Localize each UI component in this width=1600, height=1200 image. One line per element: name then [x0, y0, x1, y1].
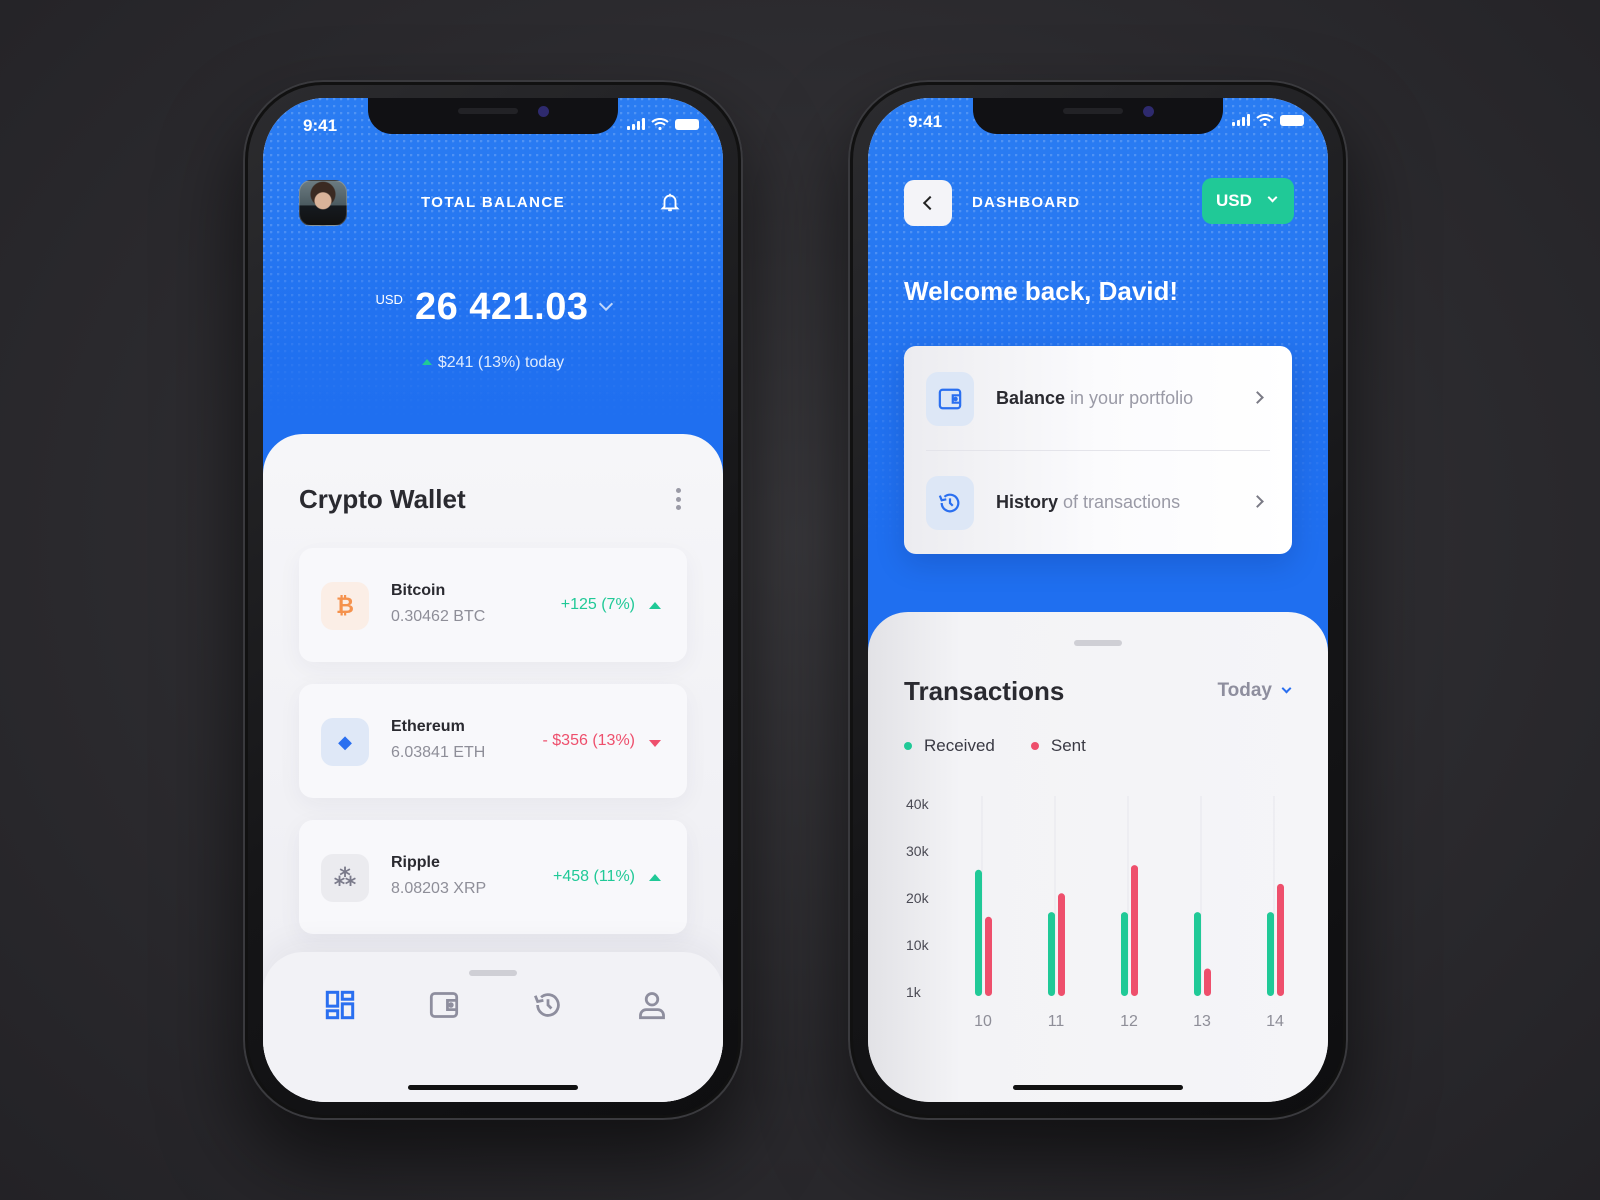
- battery-icon: [675, 119, 699, 130]
- ripple-icon: ⁂: [321, 854, 369, 902]
- user-icon[interactable]: [637, 990, 667, 1020]
- x-tick-label: 14: [1266, 1013, 1284, 1030]
- history-icon[interactable]: [533, 990, 563, 1020]
- coin-name: Ripple: [391, 854, 440, 871]
- status-bar: 9:41: [908, 110, 1304, 132]
- dashboard-hero: DASHBOARD USD Welcome back, David! Balan…: [868, 98, 1328, 658]
- currency-selector[interactable]: USD: [1202, 178, 1294, 224]
- home-indicator: [1013, 1085, 1183, 1090]
- back-button[interactable]: [904, 180, 952, 226]
- coin-amount: 0.30462 BTC: [391, 608, 486, 625]
- history-icon: [926, 476, 974, 530]
- bar-sent-12: [1131, 865, 1138, 996]
- chart-legend: Received Sent: [904, 736, 1086, 756]
- chevron-right-icon: [1251, 391, 1264, 404]
- menu-card: Balance in your portfolio History of tra…: [904, 346, 1292, 554]
- bell-icon[interactable]: [659, 190, 681, 214]
- home-indicator: [408, 1085, 578, 1090]
- dashboard-icon[interactable]: [325, 990, 355, 1020]
- coin-name: Bitcoin: [391, 582, 446, 599]
- wifi-icon: [1256, 114, 1274, 126]
- bar-received-14: [1267, 912, 1274, 996]
- transactions-panel: Transactions Today Received Sent 40k 30k 2…: [868, 612, 1328, 1102]
- today-change-text: $241 (13%) today: [437, 354, 565, 371]
- arrow-down-icon: [649, 740, 661, 747]
- today-change: $241 (13%) today: [263, 354, 723, 372]
- coin-card-ethereum[interactable]: ◆ Ethereum 6.03841 ETH - $356 (13%): [299, 684, 687, 798]
- welcome-heading: Welcome back, David!: [904, 276, 1179, 306]
- y-tick-label: 10k: [906, 937, 930, 953]
- status-bar: 9:41: [303, 114, 699, 136]
- more-vertical-icon[interactable]: [675, 488, 681, 510]
- wallet-icon: [926, 372, 974, 426]
- y-tick-label: 40k: [906, 796, 930, 812]
- wallet-icon[interactable]: [429, 990, 459, 1020]
- header-title: DASHBOARD: [972, 194, 1081, 211]
- y-tick-label: 1k: [906, 984, 922, 1000]
- grabber[interactable]: [1074, 640, 1122, 646]
- coin-amount: 8.08203 XRP: [391, 880, 487, 897]
- coin-change: - $356 (13%): [542, 732, 636, 749]
- chevron-down-icon[interactable]: [1281, 683, 1292, 694]
- menu-item-label: Balance in your portfolio: [996, 388, 1194, 408]
- bar-sent-10: [985, 916, 992, 996]
- y-tick-label: 30k: [906, 843, 930, 859]
- arrow-up-icon: [649, 602, 661, 609]
- chevron-left-icon: [922, 195, 938, 211]
- y-tick-label: 20k: [906, 890, 930, 906]
- legend-received: Received: [904, 736, 995, 756]
- transactions-chart: 40k 30k 20k 10k 1k 10 11 12 13 14: [906, 796, 1284, 1030]
- phone-wallet: TOTAL BALANCE USD 26 421.03 $241 (13%) to…: [243, 80, 743, 1120]
- x-tick-label: 10: [974, 1013, 992, 1030]
- bar-received-10: [975, 869, 982, 996]
- coin-amount: 6.03841 ETH: [391, 744, 486, 761]
- x-tick-label: 13: [1193, 1013, 1211, 1030]
- bar-sent-13: [1204, 968, 1211, 996]
- bar-sent-14: [1277, 883, 1284, 996]
- wallet-title: Crypto Wallet: [299, 484, 466, 514]
- screen-wallet: TOTAL BALANCE USD 26 421.03 $241 (13%) to…: [263, 98, 723, 1102]
- arrow-up-icon: [649, 874, 661, 881]
- coin-card-ripple[interactable]: ⁂ Ripple 8.08203 XRP +458 (11%): [299, 820, 687, 934]
- balance-row[interactable]: USD 26 421.03: [263, 286, 723, 329]
- phone-dashboard: DASHBOARD USD Welcome back, David! Balan…: [848, 80, 1348, 1120]
- bitcoin-icon: ₿: [321, 582, 369, 630]
- balance-amount: 26 421.03: [414, 286, 589, 328]
- legend-sent: Sent: [1030, 736, 1086, 756]
- currency-label: USD: [1216, 191, 1252, 210]
- status-time: 9:41: [908, 112, 943, 131]
- menu-item-balance[interactable]: Balance in your portfolio: [904, 346, 1292, 450]
- bar-sent-11: [1058, 893, 1065, 996]
- menu-item-label: History of transactions: [996, 492, 1181, 512]
- transactions-title: Transactions: [904, 676, 1065, 706]
- status-time: 9:41: [303, 116, 338, 135]
- arrow-up-icon: [421, 359, 432, 365]
- chevron-down-icon: [1267, 192, 1278, 203]
- chevron-down-icon[interactable]: [598, 296, 613, 312]
- period-filter[interactable]: Today: [1217, 680, 1272, 702]
- grabber[interactable]: [469, 970, 517, 976]
- coin-change: +125 (7%): [560, 596, 635, 613]
- signal-icon: [627, 118, 645, 130]
- balance-currency: USD: [375, 292, 403, 307]
- ethereum-icon: ◆: [321, 718, 369, 766]
- tab-bar: [263, 952, 723, 1102]
- battery-icon: [1280, 115, 1304, 126]
- x-tick-label: 12: [1120, 1013, 1138, 1030]
- wifi-icon: [651, 118, 669, 130]
- bar-received-11: [1048, 912, 1055, 996]
- x-tick-label: 11: [1048, 1013, 1065, 1030]
- coin-card-bitcoin[interactable]: ₿ Bitcoin 0.30462 BTC +125 (7%): [299, 548, 687, 662]
- header-title: TOTAL BALANCE: [420, 194, 566, 211]
- bar-received-12: [1121, 912, 1128, 996]
- screen-dashboard: DASHBOARD USD Welcome back, David! Balan…: [868, 98, 1328, 1102]
- coin-change: +458 (11%): [553, 868, 635, 885]
- menu-item-history[interactable]: History of transactions: [904, 450, 1292, 554]
- coin-name: Ethereum: [391, 718, 465, 735]
- chevron-right-icon: [1251, 495, 1264, 508]
- signal-icon: [1232, 114, 1250, 126]
- bar-received-13: [1194, 912, 1201, 996]
